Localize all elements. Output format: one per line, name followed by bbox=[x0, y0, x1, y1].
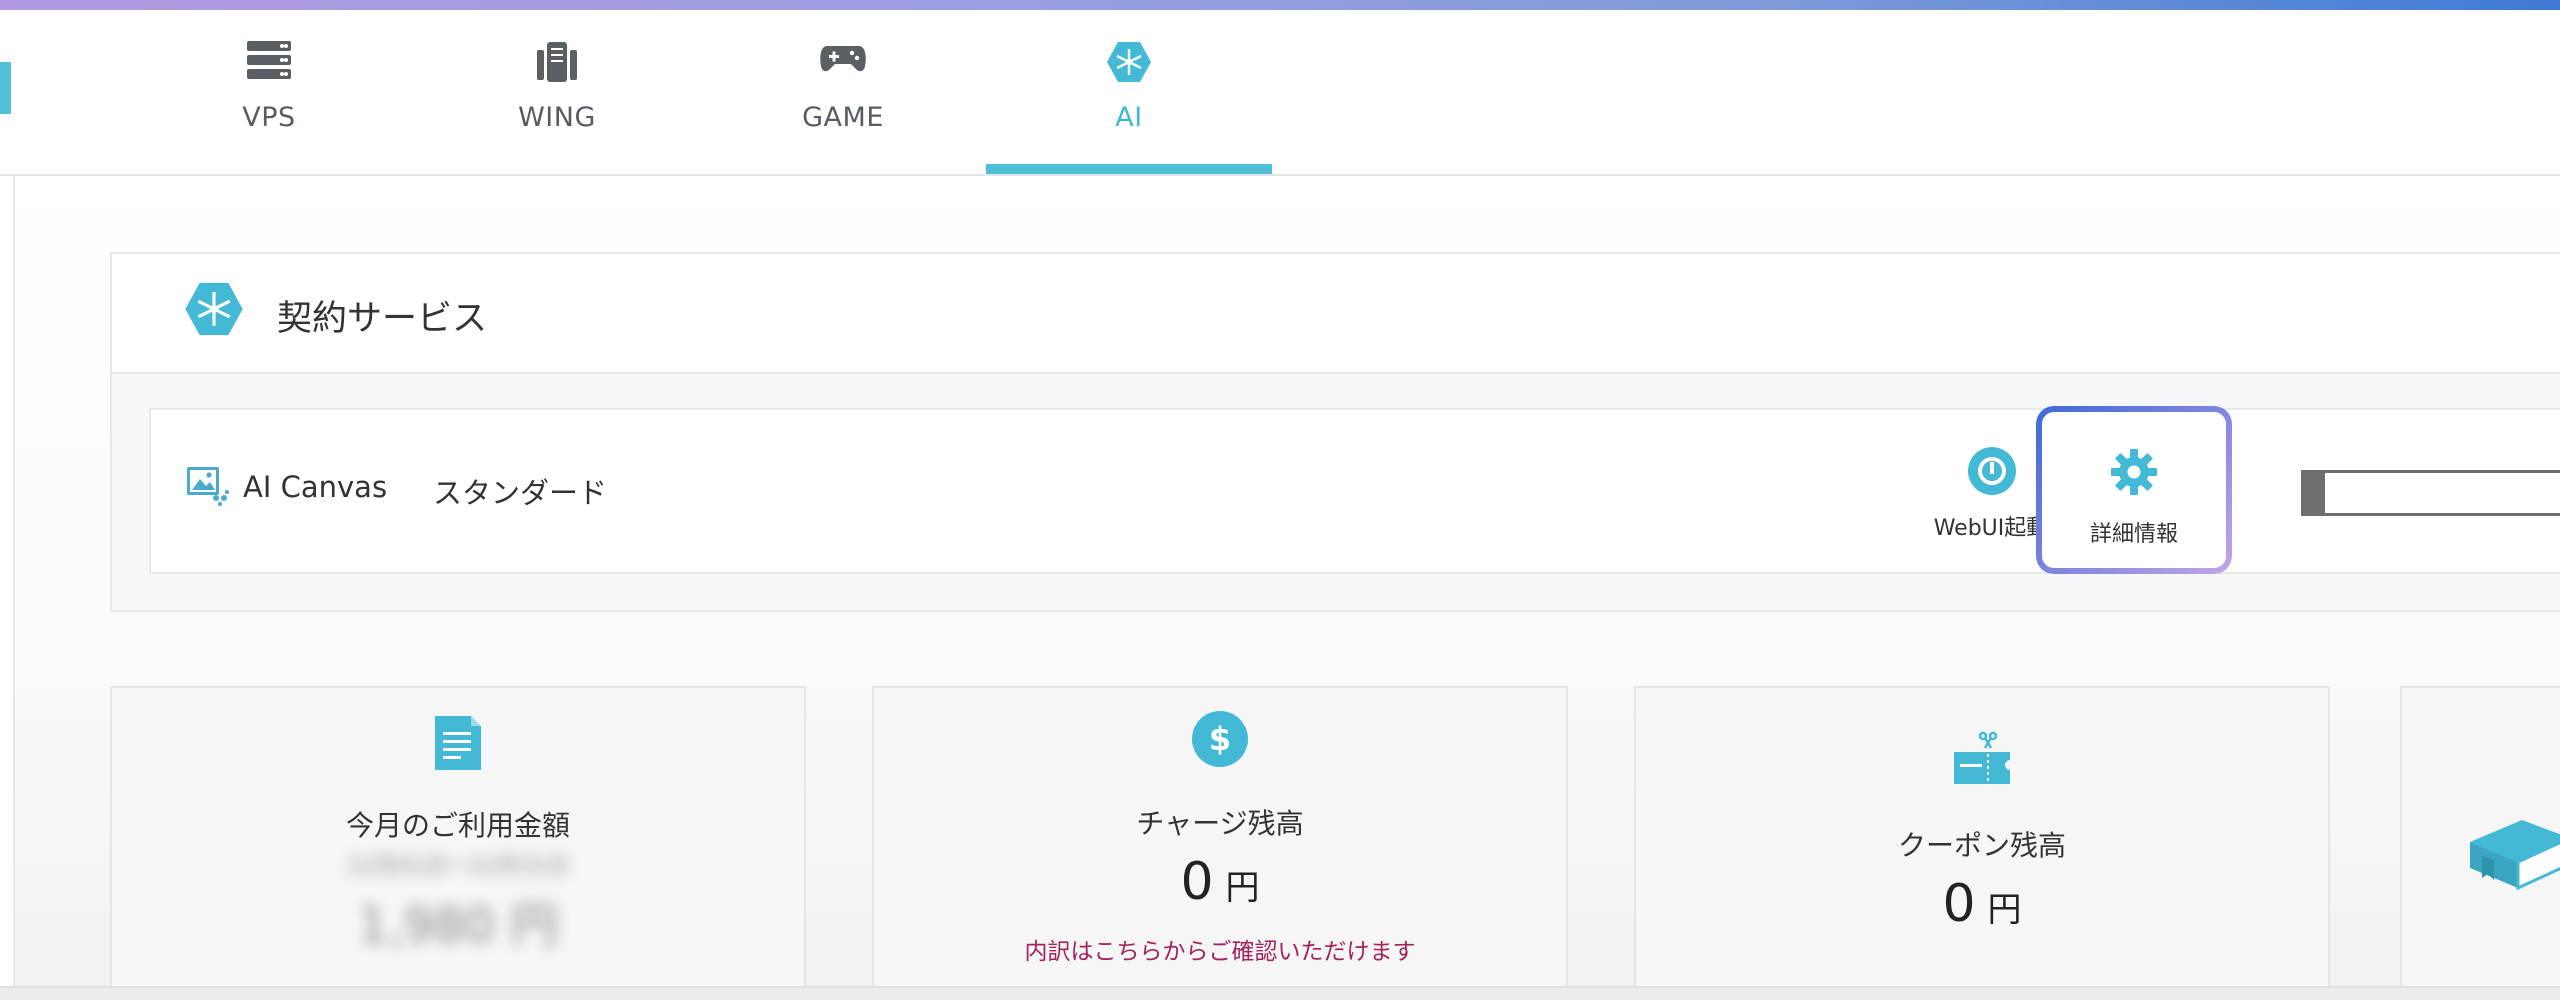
service-name: AI Canvas bbox=[243, 470, 388, 504]
bottom-strip bbox=[0, 986, 2560, 1000]
monthly-usage-label: 今月のご利用金額 bbox=[345, 809, 570, 842]
tab-ai[interactable]: AI bbox=[986, 10, 1272, 174]
invoice-icon bbox=[112, 712, 804, 774]
gamepad-icon bbox=[700, 40, 986, 84]
page-root: VPS WING GAME AI 契約サービス AI Canvas スタンダード… bbox=[0, 0, 2560, 1000]
tab-wing[interactable]: WING bbox=[414, 10, 700, 174]
server-icon bbox=[126, 40, 412, 84]
coupon-balance-label: クーポン残高 bbox=[1897, 829, 2066, 862]
service-plan: スタンダード bbox=[433, 476, 608, 510]
detail-label: 詳細情報 bbox=[2089, 522, 2178, 547]
stat-card-charge-balance: $ チャージ残高 0円 内訳はこちらからご確認いただけます bbox=[872, 686, 1568, 1000]
section-title: 契約サービス bbox=[277, 299, 488, 339]
stat-card-guide bbox=[2400, 686, 2560, 1000]
coupon-balance-amount: 0円 bbox=[1636, 874, 2328, 934]
dollar-circle-icon: $ bbox=[874, 710, 1566, 768]
ai-brain-icon bbox=[986, 40, 1272, 84]
charge-breakdown-link[interactable]: 内訳はこちらからご確認いただけます bbox=[874, 932, 1566, 966]
tab-active-indicator bbox=[986, 164, 1272, 174]
tab-label-wing: WING bbox=[518, 102, 596, 133]
ai-brain-icon bbox=[184, 280, 244, 342]
card-header: 契約サービス bbox=[112, 254, 2560, 374]
monthly-amount-blurred: 1,980 円 bbox=[357, 898, 559, 954]
top-gradient-bar bbox=[0, 0, 2560, 10]
gear-icon bbox=[2110, 448, 2158, 500]
coupon-ticket-icon bbox=[1636, 730, 2328, 786]
power-icon bbox=[1967, 446, 2017, 500]
image-gallery-icon bbox=[186, 466, 230, 510]
service-nav: VPS WING GAME AI bbox=[0, 10, 2560, 176]
coupon-balance-unit: 円 bbox=[1987, 890, 2022, 930]
contract-services-card: 契約サービス AI Canvas スタンダード WebUI起動 詳細情報 bbox=[110, 252, 2560, 612]
left-accent-marker bbox=[0, 62, 11, 114]
server-rack-icon bbox=[414, 40, 700, 84]
charge-balance-value: 0 bbox=[1180, 852, 1214, 912]
sidebar-divider bbox=[13, 176, 15, 1000]
tab-game[interactable]: GAME bbox=[700, 10, 986, 174]
detail-info-button[interactable]: 詳細情報 bbox=[2036, 406, 2232, 574]
tab-vps[interactable]: VPS bbox=[126, 10, 412, 174]
charge-balance-label: チャージ残高 bbox=[1136, 807, 1304, 840]
book-icon bbox=[2462, 812, 2560, 892]
tab-label-vps: VPS bbox=[242, 102, 296, 133]
charge-balance-unit: 円 bbox=[1225, 868, 1260, 908]
usage-progress-bar bbox=[2301, 470, 2560, 516]
tab-label-ai: AI bbox=[1115, 102, 1143, 133]
tab-label-game: GAME bbox=[802, 102, 884, 133]
charge-balance-amount: 0円 bbox=[874, 852, 1566, 912]
stat-card-coupon-balance: クーポン残高 0円 bbox=[1634, 686, 2330, 1000]
svg-text:$: $ bbox=[1209, 720, 1231, 758]
usage-progress-fill bbox=[2304, 473, 2325, 513]
coupon-balance-value: 0 bbox=[1942, 874, 1976, 934]
service-row-ai-canvas: AI Canvas スタンダード WebUI起動 詳細情報 bbox=[149, 408, 2560, 574]
stat-card-monthly-usage: 今月のご利用金額 12月01日〜12月31日 1,980 円 bbox=[110, 686, 806, 1000]
monthly-period-blurred: 12月01日〜12月31日 bbox=[347, 854, 569, 879]
